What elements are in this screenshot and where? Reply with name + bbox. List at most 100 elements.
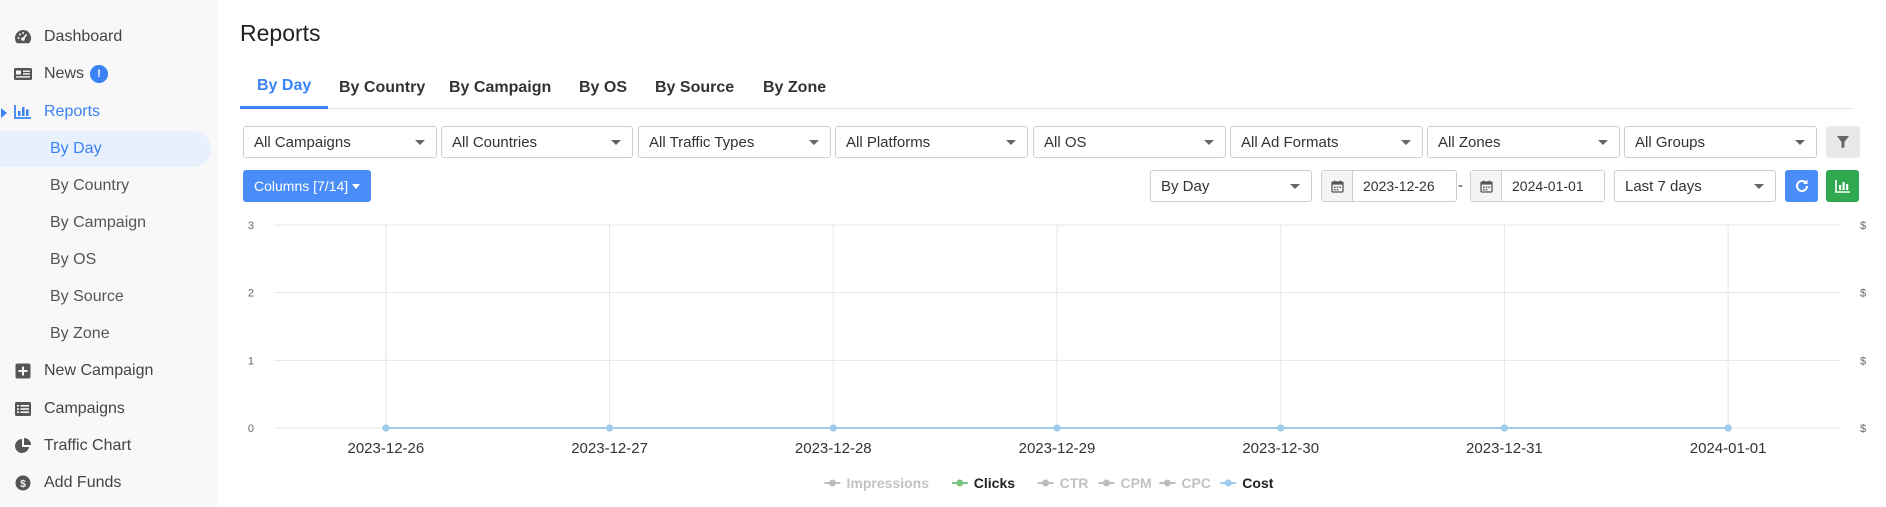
sidebar-item-dashboard[interactable]: Dashboard [0,19,217,55]
caret-down-icon [352,184,360,189]
legend-marker-dot [829,479,836,487]
tab-by-country[interactable]: By Country [322,66,442,109]
plus-square-icon [13,362,33,380]
data-point-cost [829,424,837,432]
sidebar-item-label: Traffic Chart [44,437,132,454]
chevron-down-icon [1006,140,1016,145]
sidebar-item-label: Reports [44,103,101,120]
sidebar-item-add-funds[interactable]: $ Add Funds [0,465,217,501]
sidebar-subitem-by-source[interactable]: By Source [0,279,211,315]
y2-tick-label: $ [1860,288,1866,300]
tab-by-os[interactable]: By OS [562,66,644,109]
caret-right-icon [1,108,7,118]
x-tick-label: 2024-01-01 [1690,440,1767,457]
legend-item-ctr: CTR [1060,475,1089,491]
data-point-cost [1053,424,1061,432]
subitem-label: By Day [50,140,102,157]
sidebar-item-label: Campaigns [44,400,125,417]
platforms-select[interactable]: All Platforms [835,126,1028,158]
y2-tick-label: $ [1860,423,1866,435]
subitem-label: By Campaign [50,214,147,231]
chevron-down-icon [1754,184,1764,189]
x-tick-label: 2023-12-26 [347,440,424,457]
countries-select-value: All Countries [452,133,538,151]
group-by-select[interactable]: By Day [1150,170,1312,202]
sidebar-item-label: News [44,65,85,83]
refresh-icon [1795,179,1808,192]
list-icon [13,400,33,418]
data-point-cost [1277,424,1285,432]
countries-select[interactable]: All Countries [441,126,633,158]
legend-marker-dot [956,479,964,487]
chevron-down-icon [1401,140,1411,145]
reports-icon [13,103,33,121]
chart-toggle-button[interactable] [1826,170,1859,202]
date-range-preset-value: Last 7 days [1625,177,1702,195]
x-tick-label: 2023-12-28 [795,440,872,457]
y-tick-label: 1 [248,355,254,367]
traffic-types-select[interactable]: All Traffic Types [638,126,831,158]
zones-select[interactable]: All Zones [1427,126,1620,158]
zones-select-value: All Zones [1438,133,1501,151]
y-tick-label: 0 [248,423,254,435]
columns-dropdown-button[interactable]: Columns [7/14] [243,170,371,202]
report-line-chart: 0 $1 $2 $3 $2023-12-26 2023-12-27 2023-12-28 20… [248,220,1866,491]
date-range-separator: - [1458,177,1463,194]
sidebar-item-news[interactable]: News! [0,56,217,92]
svg-text:$: $ [20,479,26,490]
platforms-select-value: All Platforms [846,133,931,151]
news-icon [13,65,33,83]
x-tick-label: 2023-12-30 [1242,440,1319,457]
tab-by-day[interactable]: By Day [240,66,329,109]
tab-by-zone[interactable]: By Zone [746,66,843,109]
traffic-types-select-value: All Traffic Types [649,133,755,151]
y2-tick-label: $ [1860,220,1866,232]
os-select[interactable]: All OS [1033,126,1226,158]
date-range-preset-select[interactable]: Last 7 days [1614,170,1776,202]
sidebar-item-campaigns[interactable]: Campaigns [0,391,217,427]
data-point-cost [1500,424,1508,432]
tab-by-campaign[interactable]: By Campaign [432,66,568,109]
ad-formats-select[interactable]: All Ad Formats [1230,126,1423,158]
calendar-icon [1471,171,1502,201]
legend-item-cpm: CPM [1121,475,1152,491]
date-from-picker[interactable]: 2023-12-26 [1321,170,1457,202]
sidebar-item-label: Dashboard [44,28,123,45]
sidebar-subitem-by-campaign[interactable]: By Campaign [0,205,211,241]
legend-item-impressions: Impressions [847,475,930,491]
filter-button[interactable] [1826,126,1860,158]
sidebar-subitem-by-day[interactable]: By Day [0,131,211,167]
os-select-value: All OS [1044,133,1087,151]
tab-by-source[interactable]: By Source [638,66,751,109]
coin-icon: $ [13,474,33,492]
groups-select[interactable]: All Groups [1624,126,1817,158]
sidebar-item-new-campaign[interactable]: New Campaign [0,353,217,389]
chevron-down-icon [809,140,819,145]
campaigns-select[interactable]: All Campaigns [243,126,437,158]
legend-item-cost: Cost [1242,475,1273,491]
x-tick-label: 2023-12-29 [1019,440,1096,457]
calendar-icon [1322,171,1353,201]
ad-formats-select-value: All Ad Formats [1241,133,1339,151]
bar-chart-icon [1834,180,1850,193]
sidebar-subitem-by-zone[interactable]: By Zone [0,316,211,352]
sidebar-item-traffic-chart[interactable]: Traffic Chart [0,428,217,464]
sidebar-item-reports[interactable]: Reports [0,94,217,130]
date-to-picker[interactable]: 2024-01-01 [1470,170,1605,202]
sidebar: Dashboard News! Reports By Day By Countr… [0,0,217,507]
report-tabs: By Day By Country By Campaign By OS By S… [240,66,1852,109]
subitem-label: By Zone [50,325,110,342]
y2-tick-label: $ [1860,355,1866,367]
refresh-button[interactable] [1785,170,1818,202]
data-point-cost [382,424,390,432]
legend-marker-dot [1163,479,1171,487]
chevron-down-icon [1598,140,1608,145]
legend-item-clicks: Clicks [974,475,1015,491]
sidebar-subitem-by-os[interactable]: By OS [0,242,211,278]
x-tick-label: 2023-12-31 [1466,440,1543,457]
sidebar-subitem-by-country[interactable]: By Country [0,168,211,204]
funnel-icon [1837,136,1849,149]
subitem-label: By OS [50,251,97,268]
date-from-value: 2023-12-26 [1363,178,1435,194]
y-tick-label: 3 [248,220,254,232]
